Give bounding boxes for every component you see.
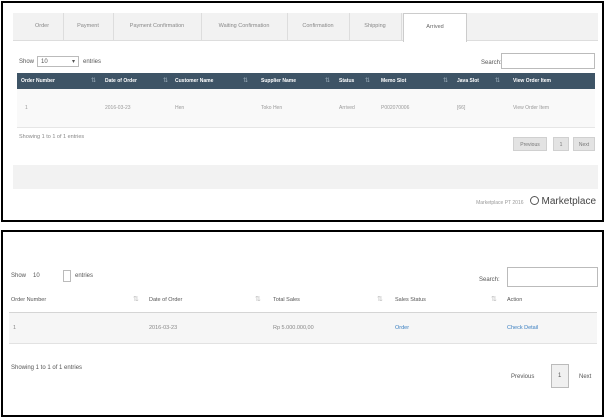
footer-bar: [13, 165, 598, 189]
date-cell: 2016-03-23: [149, 325, 178, 331]
date-cell: 2016-03-23: [105, 105, 131, 111]
order-number-cell: 1: [13, 325, 17, 331]
column-header[interactable]: View Order Item: [513, 73, 551, 89]
tab-payment-confirmation[interactable]: Payment Confirmation: [113, 13, 202, 40]
java-slot-cell: [66]: [457, 105, 466, 111]
stepper-icon[interactable]: [63, 270, 71, 282]
tab-shipping[interactable]: Shipping: [349, 13, 402, 40]
entries-select-value: 10: [33, 273, 40, 279]
previous-button[interactable]: Previous: [511, 374, 534, 380]
page-1-button[interactable]: 1: [553, 137, 569, 151]
order-number-cell: 1: [25, 105, 28, 111]
column-header[interactable]: Order Number: [21, 73, 55, 89]
entries-label: entries: [83, 59, 102, 65]
total-sales-cell: Rp 5.000.000,00: [273, 325, 314, 331]
sort-icon[interactable]: ⇅: [163, 73, 168, 89]
supplier-cell: Toko Hen: [261, 105, 283, 111]
page-1-label: 1: [558, 373, 562, 379]
show-label: Show: [11, 273, 27, 279]
marketplace-logo-icon: [529, 195, 539, 205]
page-1-button[interactable]: 1: [551, 364, 569, 388]
sort-icon[interactable]: ⇅: [325, 73, 330, 89]
search-label: Search:: [479, 277, 500, 283]
table-row: 1 2016-03-23 Rp 5.000.000,00 Order Check…: [9, 313, 597, 344]
search-input[interactable]: [507, 267, 598, 287]
footer-copyright: Marketplace PT 2016: [476, 200, 524, 206]
column-header[interactable]: Status: [339, 73, 354, 89]
tab-confirmation[interactable]: Confirmation: [287, 13, 350, 40]
sort-icon[interactable]: ⇅: [365, 73, 370, 89]
column-header[interactable]: Sales Status: [395, 297, 426, 303]
previous-button[interactable]: Previous: [513, 137, 547, 151]
sort-icon[interactable]: ⇅: [91, 73, 96, 89]
column-header[interactable]: Java Slot: [457, 73, 479, 89]
column-header[interactable]: Memo Slot: [381, 73, 406, 89]
brand-name: Marketplace: [541, 196, 596, 207]
entries-select[interactable]: 10: [31, 270, 71, 282]
sort-icon[interactable]: ⇅: [377, 295, 383, 303]
sales-status-link[interactable]: Order: [395, 313, 409, 343]
column-header[interactable]: Action: [507, 297, 522, 303]
show-label: Show: [19, 59, 35, 65]
sort-icon[interactable]: ⇅: [255, 295, 261, 303]
table-info: Showing 1 to 1 of 1 entries: [19, 134, 85, 140]
entries-select[interactable]: 10 ▾: [37, 56, 79, 67]
tab-order[interactable]: Order: [21, 13, 64, 40]
chevron-down-icon: ▾: [71, 59, 75, 65]
memo-slot-cell: P002070006: [381, 105, 410, 111]
seller-orders-panel: Order Payment Payment Confirmation Waiti…: [1, 1, 604, 222]
sales-orders-panel: Show 10 entries Search: Order Number ⇅ D…: [1, 230, 604, 417]
table-info: Showing 1 to 1 of 1 entries: [11, 365, 83, 371]
status-cell: Arrived: [339, 105, 355, 111]
sort-icon[interactable]: ⇅: [491, 295, 497, 303]
sort-icon[interactable]: ⇅: [243, 73, 248, 89]
column-header[interactable]: Supplier Name: [261, 73, 296, 89]
sort-icon[interactable]: ⇅: [133, 295, 139, 303]
column-header[interactable]: Customer Name: [175, 73, 213, 89]
column-header[interactable]: Date of Order: [149, 297, 182, 303]
tab-arrived[interactable]: Arrived: [403, 13, 467, 42]
view-order-item-link[interactable]: View Order Item: [513, 89, 549, 127]
next-button[interactable]: Next: [579, 374, 591, 380]
search-label: Search:: [481, 60, 502, 66]
tab-waiting-confirmation[interactable]: Waiting Confirmation: [201, 13, 288, 40]
column-header[interactable]: Total Sales: [273, 297, 300, 303]
entries-select-value: 10: [41, 59, 48, 65]
next-button[interactable]: Next: [573, 137, 595, 151]
sort-icon[interactable]: ⇅: [443, 73, 448, 89]
customer-cell: Hen: [175, 105, 185, 111]
column-header[interactable]: Order Number: [11, 297, 46, 303]
order-status-tabs: Order Payment Payment Confirmation Waiti…: [13, 13, 598, 42]
entries-label: entries: [75, 273, 94, 279]
table-row: 1 2016-03-23 Hen Toko Hen Arrived P00207…: [17, 89, 595, 128]
check-detail-link[interactable]: Check Detail: [507, 313, 538, 343]
orders-table-header: Order Number ⇅ Date of Order ⇅ Customer …: [17, 73, 595, 89]
tab-payment[interactable]: Payment: [63, 13, 114, 40]
search-input[interactable]: [501, 53, 595, 69]
sort-icon[interactable]: ⇅: [495, 73, 500, 89]
brand-footer: Marketplace PT 2016 Marketplace: [476, 193, 596, 211]
column-header[interactable]: Date of Order: [105, 73, 137, 89]
